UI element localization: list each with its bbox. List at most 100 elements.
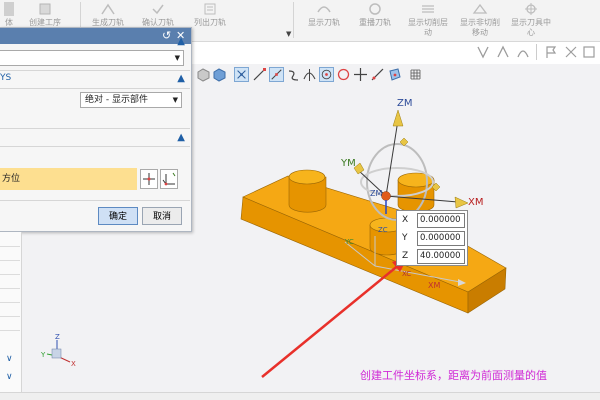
show-tool-center-button[interactable]: 显示刀具中 心 — [508, 0, 554, 40]
show-toolpath-label: 显示刀轨 — [308, 18, 340, 27]
navigator-row — [0, 260, 20, 261]
verify-toolpath-icon — [152, 4, 164, 15]
annotation-caption: 创建工件坐标系，距离为前面测量的值 — [360, 369, 547, 382]
navigator-row — [0, 288, 20, 289]
show-noncut-moves-sublabel: 移动 — [472, 28, 488, 37]
list-toolpath-icon — [204, 3, 216, 15]
section-divider — [0, 200, 190, 201]
replay-toolpath-icon — [369, 3, 381, 15]
zc-axis-label: ZC — [378, 226, 388, 234]
x-coordinate-field[interactable]: 0.000000 — [417, 213, 465, 228]
navigator-row — [0, 246, 20, 247]
z-coordinate-row: Z 40.00000 — [397, 248, 469, 264]
specify-orientation-row[interactable]: 方位 — [0, 168, 137, 190]
z-coordinate-label: Z — [402, 251, 409, 261]
navigator-strip: ∨ ∨ — [0, 232, 22, 394]
section-icon[interactable] — [582, 45, 596, 59]
x-coordinate-label: X — [402, 215, 409, 225]
ribbon-separator — [293, 2, 294, 38]
xm-axis-arrow[interactable] — [454, 196, 469, 209]
navigator-row — [0, 274, 20, 275]
xm-small-label: XM — [428, 281, 440, 290]
reference-section-title: YS — [0, 73, 12, 83]
csys-dialog-button[interactable] — [160, 169, 178, 189]
triad-y-label: Y — [40, 351, 46, 359]
xc-axis-label: XC — [402, 270, 411, 278]
chevron-down-icon[interactable]: ∨ — [6, 372, 13, 382]
show-cut-levels-sublabel: 动 — [424, 28, 432, 37]
flag-icon[interactable] — [544, 45, 558, 59]
list-toolpath-button[interactable]: 列出刀轨 — [190, 0, 230, 40]
section-divider — [0, 146, 190, 147]
show-tool-center-label: 显示刀具中 — [511, 18, 551, 27]
verify-toolpath-label: 确认刀轨 — [142, 18, 174, 27]
section-divider — [0, 88, 190, 89]
z-coordinate-field[interactable]: 40.00000 — [417, 249, 465, 264]
csys-icon — [162, 172, 176, 186]
ok-button[interactable]: 确定 — [98, 207, 138, 225]
show-toolpath-button[interactable]: 显示刀轨 — [304, 0, 344, 40]
type-select[interactable]: ▼ — [0, 50, 184, 66]
left-cylinder-top[interactable] — [288, 169, 326, 185]
zm-axis-line[interactable] — [385, 119, 399, 197]
chevron-down-icon[interactable]: ∨ — [6, 354, 13, 364]
triad-cube — [51, 348, 62, 359]
create-operation-icon — [39, 3, 51, 15]
navigator-row — [0, 316, 20, 317]
chevron-up-icon: ▲ — [177, 132, 185, 143]
show-tool-center-icon — [525, 3, 537, 15]
y-coordinate-field[interactable]: 0.000000 — [417, 231, 465, 246]
orientation-label: 方位 — [2, 174, 21, 184]
measure-icon[interactable] — [476, 45, 490, 59]
list-toolpath-label: 列出刀轨 — [194, 18, 226, 27]
show-noncut-moves-icon — [472, 3, 488, 14]
chevron-up-icon: ▲ — [177, 36, 185, 47]
y-coordinate-label: Y — [402, 233, 408, 243]
navigator-row — [0, 302, 20, 303]
yc-axis-label: YC — [344, 238, 354, 246]
triad-x-label: X — [71, 360, 76, 368]
reference-csys-section-header[interactable]: YS ▲ — [0, 73, 190, 87]
generate-toolpath-label: 生成刀轨 — [92, 18, 124, 27]
csys-dialog: ↺ ✕ ▼ YS ▲ ▲ 绝对 - 显示部件 ▼ ▲ 方位 确定 取消 — [0, 27, 192, 232]
ym-axis-label: YM — [340, 158, 356, 169]
annotation-arrow-line — [261, 263, 401, 378]
section-divider — [0, 70, 190, 71]
point-dialog-button[interactable] — [140, 169, 158, 189]
create-operation-label: 创建工序 — [29, 18, 61, 27]
xm-axis-label: XM — [468, 197, 483, 208]
type-section-header[interactable]: ▲ — [0, 36, 190, 50]
manipulator-section-header[interactable]: ▲ — [0, 132, 190, 146]
chevron-down-icon: ▼ — [174, 54, 180, 62]
curvature-icon[interactable] — [516, 45, 530, 59]
origin-handle[interactable] — [381, 191, 391, 201]
generate-toolpath-icon — [101, 3, 115, 15]
show-cut-levels-label: 显示切削层 — [408, 18, 448, 27]
ribbon-label-body: 体 — [5, 18, 13, 27]
reference-select[interactable]: 绝对 - 显示部件 ▼ — [80, 92, 182, 108]
chevron-down-icon: ▼ — [172, 96, 178, 104]
right-toolbar — [468, 42, 600, 64]
cancel-button[interactable]: 取消 — [142, 207, 182, 225]
show-cut-levels-button[interactable]: 显示切削层 动 — [404, 0, 452, 40]
ribbon-dropdown-icon[interactable]: ▼ — [286, 30, 291, 38]
edge-icon[interactable] — [564, 45, 578, 59]
show-tool-center-sublabel: 心 — [527, 28, 535, 37]
zm-small-label: ZM — [370, 189, 382, 198]
navigator-row — [0, 330, 20, 331]
chevron-up-icon: ▲ — [177, 73, 185, 84]
status-bar — [0, 392, 600, 400]
analysis-icon[interactable] — [496, 45, 510, 59]
x-coordinate-row: X 0.000000 — [397, 212, 469, 228]
replay-toolpath-button[interactable]: 重播刀轨 — [355, 0, 395, 40]
show-toolpath-icon — [317, 6, 331, 13]
zm-axis-label: ZM — [397, 98, 412, 109]
triad-z-label: Z — [55, 333, 60, 341]
show-noncut-moves-button[interactable]: 显示非切削 移动 — [456, 0, 504, 40]
reference-select-value: 绝对 - 显示部件 — [85, 95, 148, 105]
zm-axis-arrow[interactable] — [392, 109, 404, 127]
replay-toolpath-label: 重播刀轨 — [359, 18, 391, 27]
section-divider — [0, 128, 190, 129]
point-constructor-icon — [143, 173, 155, 185]
dynamic-coordinate-input: X 0.000000 Y 0.000000 Z 40.00000 — [396, 210, 468, 266]
